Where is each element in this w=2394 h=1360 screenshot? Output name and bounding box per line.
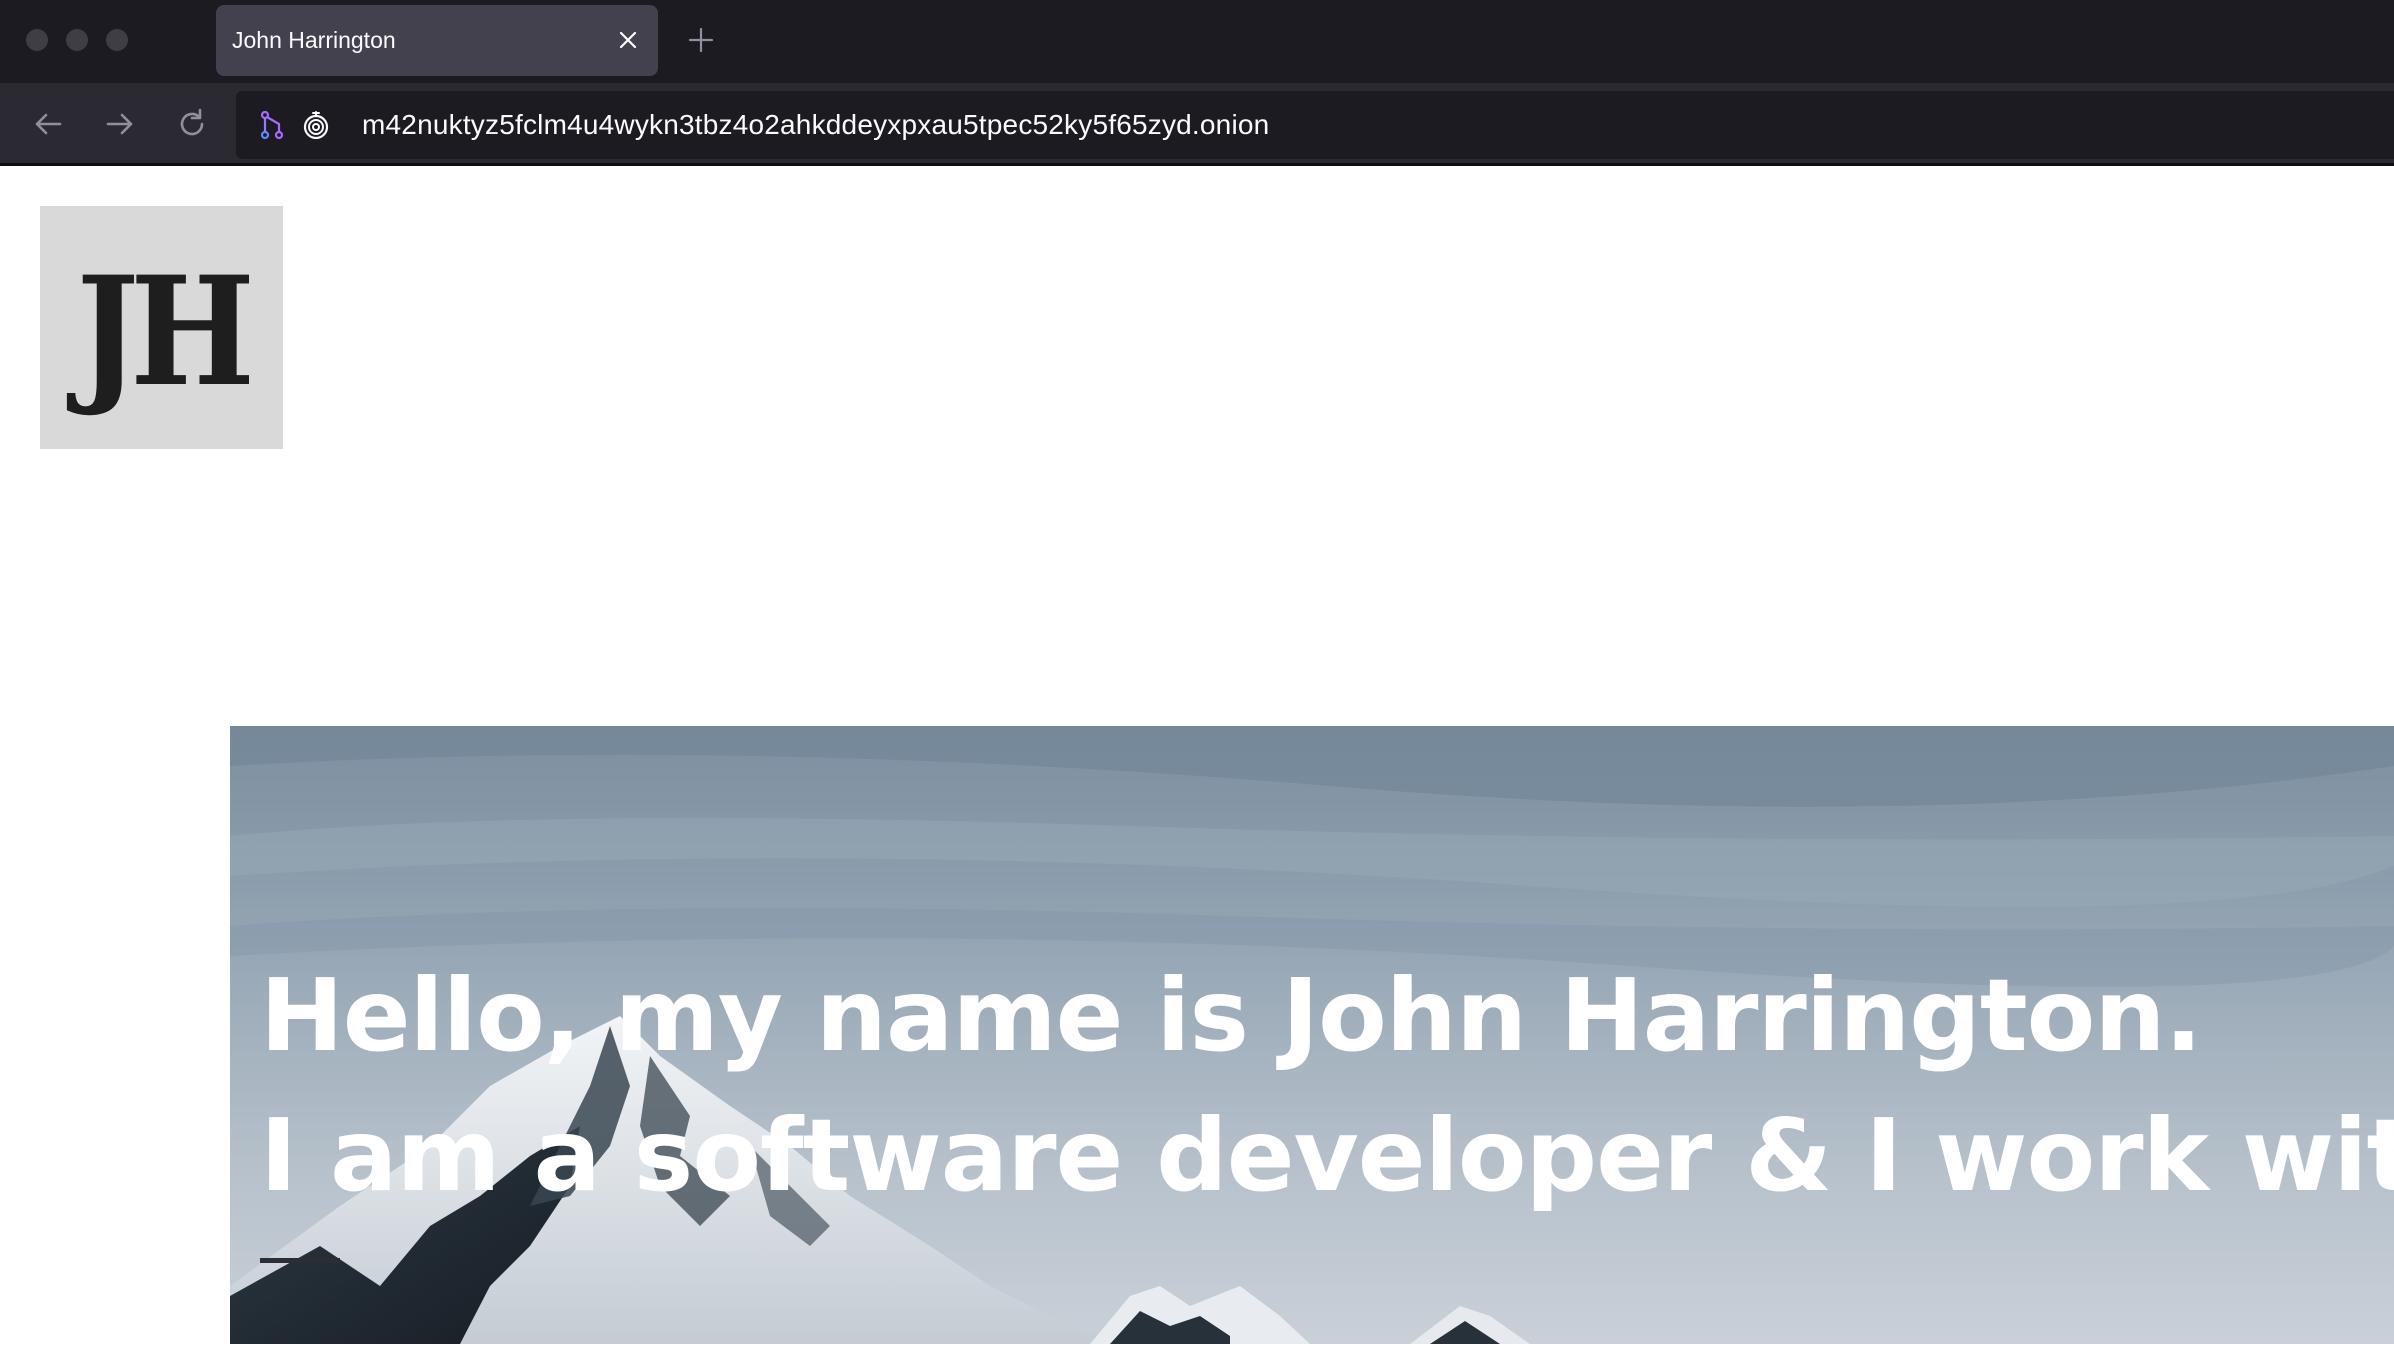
web-page: JH Hello, my name is John Harrington. I … <box>0 166 2394 1360</box>
hero-greeting: Hello, my name is John Harrington. <box>260 957 2203 1074</box>
arrow-left-icon[interactable] <box>30 106 66 142</box>
tab-title: John Harrington <box>232 27 396 53</box>
tor-circuit-icon[interactable] <box>256 109 288 141</box>
hero-banner: Hello, my name is John Harrington. I am … <box>230 726 2394 1344</box>
hero-subtitle: I am a software developer & I work with: <box>260 1097 2394 1214</box>
hero-divider <box>260 1258 340 1263</box>
browser-titlebar: John Harrington <box>0 0 2394 83</box>
url-text[interactable]: m42nuktyz5fclm4u4wykn3tbz4o2ahkddeyxpxau… <box>362 91 1269 159</box>
site-logo[interactable]: JH <box>40 206 283 449</box>
window-close-dot[interactable] <box>26 29 48 51</box>
onion-icon[interactable] <box>300 109 332 141</box>
browser-toolbar: m42nuktyz5fclm4u4wykn3tbz4o2ahkddeyxpxau… <box>0 83 2394 166</box>
plus-icon[interactable] <box>688 27 714 53</box>
reload-icon[interactable] <box>174 106 210 142</box>
close-icon[interactable] <box>616 28 640 52</box>
logo-text: JH <box>76 243 255 420</box>
window-zoom-dot[interactable] <box>106 29 128 51</box>
url-bar[interactable]: m42nuktyz5fclm4u4wykn3tbz4o2ahkddeyxpxau… <box>236 91 2394 159</box>
tab-active[interactable]: John Harrington <box>216 5 658 76</box>
window-minimize-dot[interactable] <box>66 29 88 51</box>
arrow-right-icon[interactable] <box>102 106 138 142</box>
